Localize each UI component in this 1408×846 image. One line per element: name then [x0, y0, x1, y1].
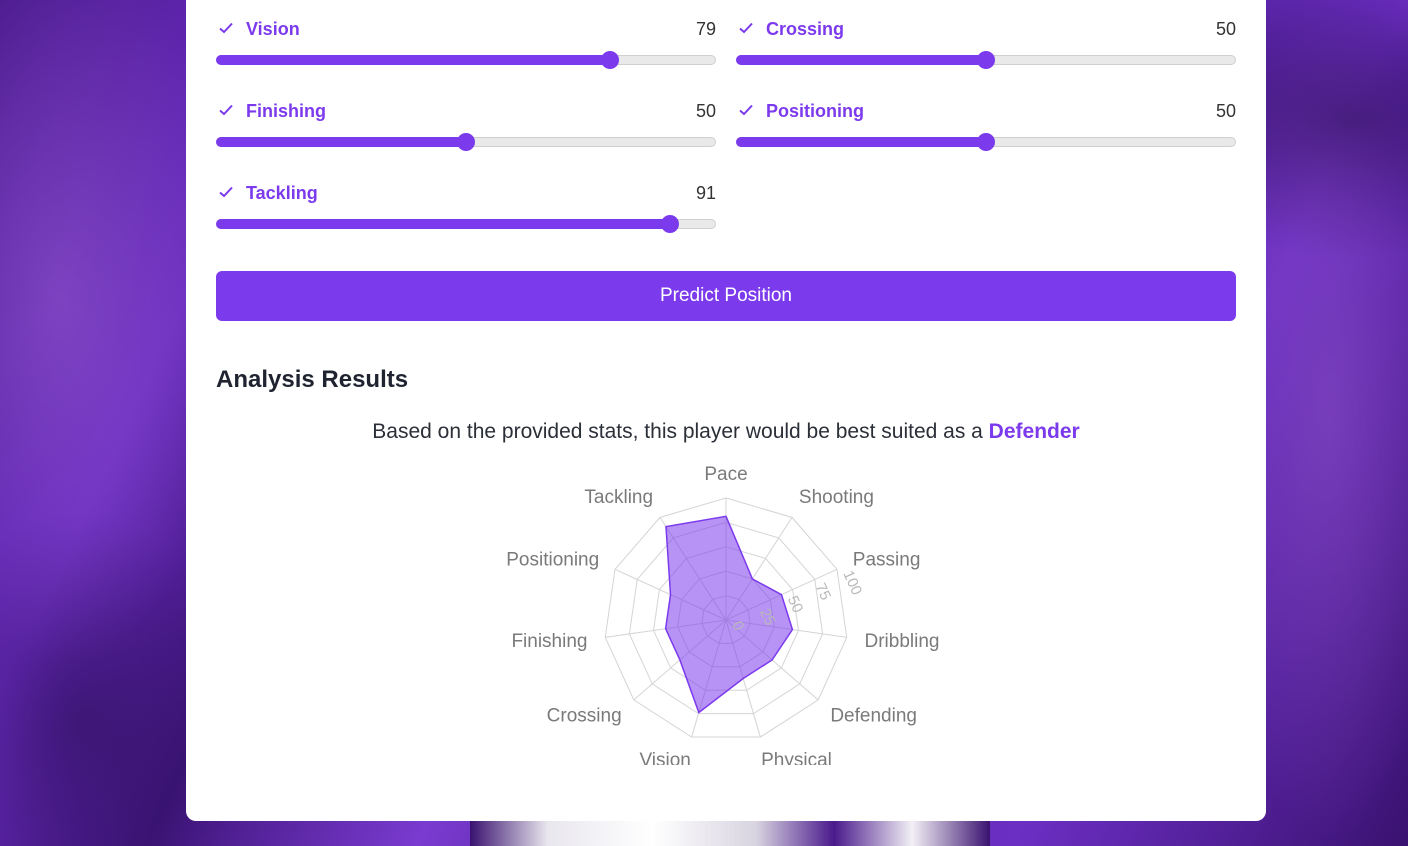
- slider-fill: [736, 137, 985, 147]
- radar-axis-label: Passing: [853, 549, 921, 570]
- predict-position-button[interactable]: Predict Position: [216, 271, 1236, 321]
- slider-value: 50: [695, 101, 716, 121]
- slider-thumb[interactable]: [977, 133, 995, 151]
- slider-track[interactable]: [216, 215, 716, 233]
- check-icon: [739, 104, 753, 116]
- radar-axis-label: Physical: [761, 750, 832, 765]
- slider-positioning: Positioning 50: [736, 100, 1236, 160]
- check-icon: [219, 104, 233, 116]
- results-summary: Based on the provided stats, this player…: [216, 420, 1236, 444]
- radar-scale-tick: 100: [839, 568, 865, 598]
- slider-header: Positioning 50: [736, 100, 1236, 124]
- slider-vision: Vision 79: [216, 18, 716, 78]
- slider-track[interactable]: [216, 51, 716, 69]
- slider-value: 50: [1215, 101, 1236, 121]
- slider-label: Finishing: [246, 101, 326, 121]
- slider-header: Tackling 91: [216, 182, 716, 206]
- slider-label: Tackling: [246, 183, 318, 203]
- slider-crossing: Crossing 50: [736, 18, 1236, 78]
- results-heading: Analysis Results: [216, 366, 409, 393]
- radar-axis-label: Shooting: [799, 487, 874, 508]
- radar-axis-label: Pace: [704, 465, 747, 485]
- slider-thumb[interactable]: [661, 215, 680, 233]
- slider-tackling: Tackling 91: [216, 182, 716, 242]
- slider-label: Crossing: [766, 19, 845, 39]
- radar-axis-label: Positioning: [506, 549, 599, 570]
- slider-value: 79: [695, 19, 716, 39]
- slider-header: Vision 79: [216, 18, 716, 42]
- slider-track[interactable]: [736, 51, 1236, 69]
- slider-value: 50: [1215, 19, 1236, 39]
- radar-axis-label: Finishing: [511, 631, 587, 652]
- slider-fill: [736, 55, 985, 65]
- slider-fill: [216, 55, 610, 65]
- slider-thumb[interactable]: [601, 51, 620, 69]
- radar-axis-label: Tackling: [584, 487, 653, 508]
- check-icon: [739, 22, 753, 34]
- radar-axis-label: Crossing: [547, 706, 622, 727]
- slider-finishing: Finishing 50: [216, 100, 716, 160]
- predicted-position: Defender: [988, 420, 1080, 443]
- slider-track[interactable]: [216, 133, 716, 151]
- radar-axis-label: Dribbling: [865, 631, 940, 652]
- radar-axis-label: Defending: [830, 706, 917, 727]
- check-icon: [219, 22, 233, 34]
- radar-axis-label: Vision: [639, 750, 690, 765]
- radar-chart: 0 255075 100PaceShootingPassingDribblingDe…: [506, 465, 940, 765]
- slider-value: 91: [695, 183, 716, 203]
- slider-thumb[interactable]: [977, 51, 995, 69]
- form-card: Vision 79 Crossing 50 Finishing 50 Posit…: [186, 0, 1266, 821]
- slider-fill: [216, 137, 465, 147]
- check-icon: [219, 186, 233, 198]
- slider-track[interactable]: [736, 133, 1236, 151]
- slider-header: Crossing 50: [736, 18, 1236, 42]
- results-sentence: Based on the provided stats, this player…: [372, 420, 989, 443]
- slider-label: Vision: [246, 19, 300, 39]
- slider-fill: [216, 219, 670, 229]
- slider-header: Finishing 50: [216, 100, 716, 124]
- slider-thumb[interactable]: [457, 133, 475, 151]
- slider-label: Positioning: [766, 101, 864, 121]
